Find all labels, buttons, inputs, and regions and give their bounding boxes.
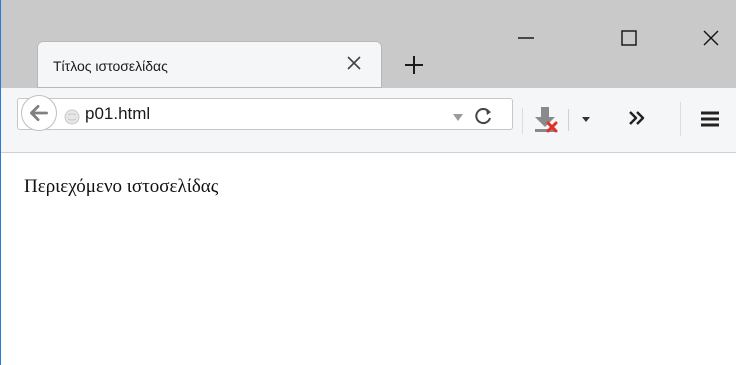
- plus-icon[interactable]: [400, 51, 428, 79]
- navigation-toolbar: p01.html: [1, 88, 736, 153]
- back-arrow-icon: [30, 104, 48, 122]
- minimize-icon[interactable]: [506, 18, 546, 58]
- toolbar-separator: [680, 102, 681, 136]
- toolbar-separator: [522, 108, 523, 134]
- browser-tab[interactable]: Τίτλος ιστοσελίδας: [37, 41, 382, 88]
- download-separator: [568, 109, 569, 131]
- maximize-icon[interactable]: [609, 18, 649, 58]
- back-button[interactable]: [21, 95, 57, 131]
- hamburger-menu-icon[interactable]: [696, 105, 724, 133]
- globe-icon[interactable]: [64, 109, 80, 125]
- page-text: Περιεχόμενο ιστοσελίδας: [24, 176, 219, 197]
- close-icon[interactable]: [691, 18, 731, 58]
- tab-title: Τίτλος ιστοσελίδας: [53, 58, 168, 74]
- chevron-down-icon[interactable]: [579, 112, 593, 126]
- title-bar: Τίτλος ιστοσελίδας: [1, 0, 736, 88]
- page-content: Περιεχόμενο ιστοσελίδας: [1, 153, 736, 365]
- reload-icon[interactable]: [473, 105, 495, 127]
- close-icon[interactable]: [342, 51, 366, 75]
- url-text[interactable]: p01.html: [85, 104, 150, 124]
- browser-window: Τίτλος ιστοσελίδας p01.html Περιεχόμενο …: [0, 0, 736, 365]
- chevron-double-right-icon[interactable]: [625, 106, 649, 130]
- download-icon[interactable]: [529, 103, 561, 135]
- dropdown-triangle-icon[interactable]: [452, 111, 464, 123]
